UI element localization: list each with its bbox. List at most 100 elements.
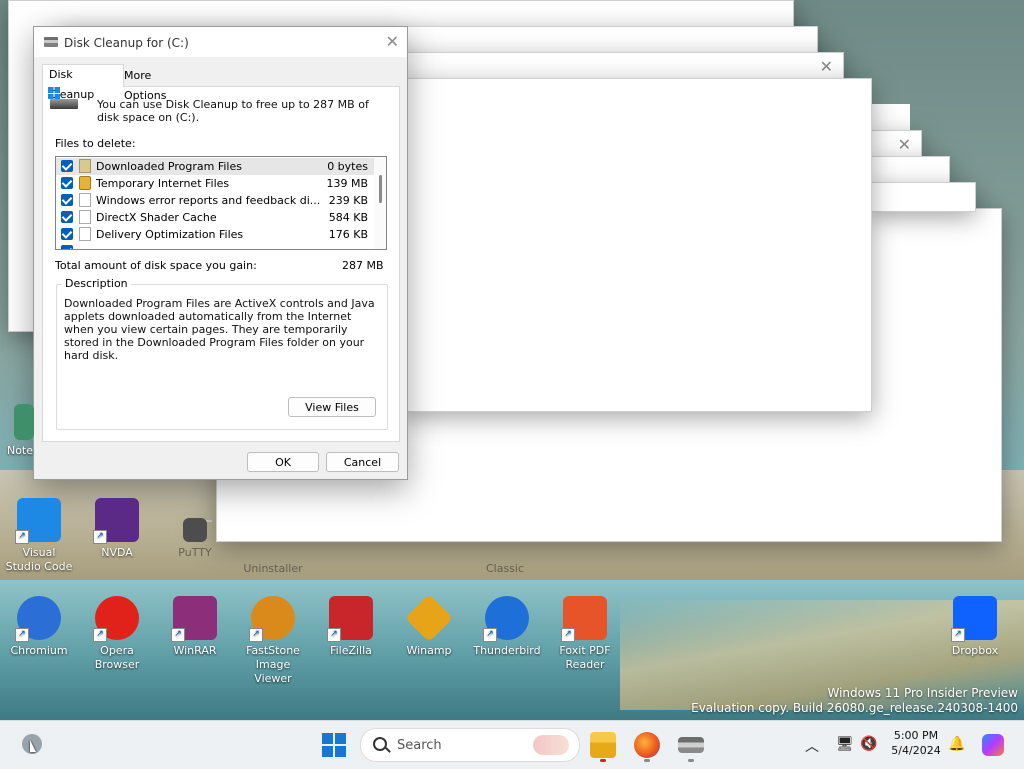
active-indicator xyxy=(644,759,650,762)
winrar-icon: ↗ xyxy=(171,596,217,642)
taskbar-clock[interactable]: 5:00 PM 5/4/2024 xyxy=(890,728,942,758)
ghost-window-9 xyxy=(870,182,976,212)
start-button[interactable] xyxy=(322,733,346,757)
desktop-icon-label: NVDA xyxy=(101,546,133,559)
cancel-button[interactable]: Cancel xyxy=(326,452,399,472)
tab-disk-cleanup[interactable]: Disk Cleanup xyxy=(42,64,124,101)
ok-button[interactable]: OK xyxy=(247,452,319,472)
desktop-icon-nvda[interactable]: ↗ NVDA xyxy=(82,498,152,560)
vscode-icon: ↗ xyxy=(15,498,61,544)
files-to-delete-label: Files to delete: xyxy=(55,137,136,150)
opera-icon: ↗ xyxy=(93,596,139,642)
file-size: 139 MB xyxy=(326,177,368,190)
scrollbar-thumb[interactable] xyxy=(379,175,382,203)
desktop-icon-label: Uninstaller xyxy=(243,562,303,575)
disk-cleanup-taskbar-icon[interactable] xyxy=(678,737,704,753)
checkbox[interactable] xyxy=(61,228,73,240)
disk-cleanup-dialog: Disk Cleanup for (C:) ✕ Disk Cleanup Mor… xyxy=(33,26,408,480)
list-item[interactable]: Delivery Optimization Files 176 KB xyxy=(56,226,374,243)
file-explorer-icon[interactable] xyxy=(590,732,616,758)
total-label: Total amount of disk space you gain: xyxy=(55,259,257,272)
desktop-icon-faded[interactable]: Uninstaller xyxy=(238,562,308,576)
checkbox[interactable] xyxy=(61,194,73,206)
desktop-icon-label: Note xyxy=(6,444,34,457)
list-item-partial[interactable] xyxy=(56,243,374,249)
ghost-window-10 xyxy=(400,78,872,412)
active-indicator xyxy=(688,759,694,762)
dropbox-icon: ↗ xyxy=(951,596,997,642)
firefox-icon[interactable] xyxy=(634,732,660,758)
desktop-icon-thunderbird[interactable]: ↗ Thunderbird xyxy=(472,596,542,658)
desktop-icon-label: Chromium xyxy=(10,644,68,657)
desktop-icon-label: Opera Browser xyxy=(94,644,140,671)
notepad-icon xyxy=(14,404,34,440)
network-icon[interactable]: 🖥 xyxy=(836,736,854,752)
filezilla-icon: ↗ xyxy=(327,596,373,642)
notification-bell-icon[interactable]: 🔔 xyxy=(948,736,965,752)
checkbox[interactable] xyxy=(61,211,73,223)
desktop-icon-winrar[interactable]: ↗ WinRAR xyxy=(160,596,230,658)
desktop-icon-opera[interactable]: ↗ Opera Browser xyxy=(82,596,152,672)
watermark-line1: Windows 11 Pro Insider Preview xyxy=(827,686,1018,700)
cursor-icon xyxy=(30,740,36,752)
file-name: DirectX Shader Cache xyxy=(96,211,217,224)
desktop-icon-notepad[interactable]: Note xyxy=(0,404,40,458)
desktop-icon-label: PuTTY xyxy=(178,546,212,559)
desktop-icon-label: FastStone Image Viewer xyxy=(246,644,300,685)
checkbox[interactable] xyxy=(61,177,73,189)
ghost-close-icon: ✕ xyxy=(819,57,833,76)
desktop-icon-faststone[interactable]: ↗ FastStone Image Viewer xyxy=(238,596,308,686)
desktop-icon-label: Visual Studio Code xyxy=(5,546,73,573)
ghost-close-icon: ✕ xyxy=(897,135,911,154)
dialog-title: Disk Cleanup for (C:) xyxy=(64,36,189,50)
view-files-button[interactable]: View Files xyxy=(288,397,376,417)
desktop-icon-filezilla[interactable]: ↗ FileZilla xyxy=(316,596,386,658)
watermark-line2: Evaluation copy. Build 26080.ge_release.… xyxy=(691,701,1018,715)
intro-text: You can use Disk Cleanup to free up to 2… xyxy=(97,98,369,124)
file-size: 0 bytes xyxy=(327,160,368,173)
lock-icon xyxy=(79,176,91,190)
copilot-icon[interactable] xyxy=(982,734,1004,756)
file-size: 584 KB xyxy=(328,211,368,224)
foxit-icon: ↗ xyxy=(561,596,607,642)
title-bar[interactable]: Disk Cleanup for (C:) ✕ xyxy=(34,27,407,57)
checkbox[interactable] xyxy=(61,160,73,172)
desktop-icon-putty[interactable]: PuTTY xyxy=(160,518,230,560)
volume-muted-icon[interactable]: 🔇 xyxy=(860,736,877,752)
search-highlight-icon xyxy=(533,735,569,755)
file-name: Windows error reports and feedback di... xyxy=(96,194,321,207)
desktop-icon-label: Classic xyxy=(485,562,525,575)
desktop-icon-vscode[interactable]: ↗ Visual Studio Code xyxy=(4,498,74,574)
files-list[interactable]: Downloaded Program Files 0 bytes Tempora… xyxy=(55,156,387,250)
file-name: Temporary Internet Files xyxy=(96,177,230,190)
desktop-icon-label: Foxit PDF Reader xyxy=(559,644,611,671)
desktop-icon-label: Dropbox xyxy=(951,644,999,657)
file-name: Delivery Optimization Files xyxy=(96,228,244,241)
search-placeholder: Search xyxy=(397,738,442,753)
active-indicator xyxy=(600,759,606,762)
search-icon xyxy=(373,737,387,751)
file-size: 176 KB xyxy=(328,228,368,241)
faststone-icon: ↗ xyxy=(249,596,295,642)
desktop-icon-foxit[interactable]: ↗ Foxit PDF Reader xyxy=(550,596,620,672)
desktop-icon-chromium[interactable]: ↗ Chromium xyxy=(4,596,74,658)
list-item[interactable]: Windows error reports and feedback di...… xyxy=(56,192,374,209)
file-name: Downloaded Program Files xyxy=(96,160,242,173)
list-item[interactable]: Temporary Internet Files 139 MB xyxy=(56,175,374,192)
tab-more-options[interactable]: More Options xyxy=(118,66,172,102)
desktop-icon-dropbox[interactable]: ↗ Dropbox xyxy=(940,596,1010,658)
desktop-icon-winamp[interactable]: Winamp xyxy=(394,593,464,658)
desktop-icon-faded[interactable]: Classic xyxy=(470,562,540,576)
total-value: 287 MB xyxy=(342,259,384,272)
list-item[interactable]: DirectX Shader Cache 584 KB xyxy=(56,209,374,226)
list-scrollbar[interactable] xyxy=(374,157,386,249)
drive-icon xyxy=(48,87,78,111)
taskbar-search[interactable]: Search xyxy=(360,728,580,762)
chevron-up-icon[interactable]: ︿ xyxy=(805,736,819,756)
close-icon[interactable]: ✕ xyxy=(386,32,399,51)
list-item[interactable]: Downloaded Program Files 0 bytes xyxy=(56,158,374,175)
checkbox[interactable] xyxy=(61,245,73,249)
clock-time: 5:00 PM xyxy=(893,729,939,742)
description-legend: Description xyxy=(62,277,131,290)
desktop-icon-label: FileZilla xyxy=(330,644,372,657)
